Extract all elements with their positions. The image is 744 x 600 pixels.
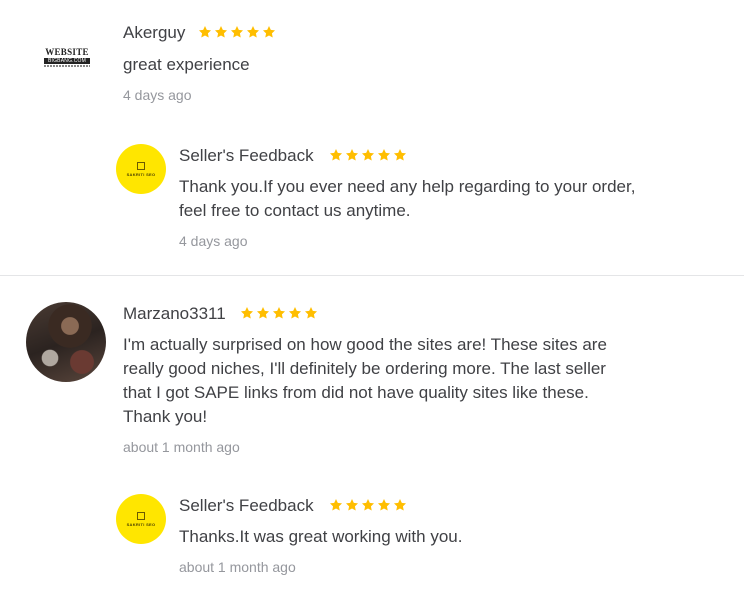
star-icon <box>198 26 212 38</box>
review-text: great experience <box>123 55 250 74</box>
seller-feedback-text: Thanks.It was great working with you. <box>179 527 463 546</box>
seller-rating-stars <box>329 498 407 514</box>
rating-stars <box>240 306 318 322</box>
seller-logo-icon <box>137 511 145 520</box>
rating-stars <box>198 25 276 41</box>
star-icon <box>288 307 302 319</box>
star-icon <box>214 26 228 38</box>
star-icon <box>377 499 391 511</box>
star-icon <box>304 307 318 319</box>
reviewer-username[interactable]: Marzano3311 <box>123 304 226 324</box>
star-icon <box>345 499 359 511</box>
logo-stripe <box>44 65 90 67</box>
reviewer-username[interactable]: Akerguy <box>123 23 185 43</box>
star-icon <box>329 499 343 511</box>
seller-feedback-title: Seller's Feedback <box>179 146 314 165</box>
seller-avatar[interactable]: SAKRITI SEO <box>116 494 166 544</box>
review-item: WEBSITE BIGBANG.COM Akerguy great experi… <box>0 0 744 276</box>
review-time: about 1 month ago <box>123 439 240 455</box>
seller-rating-stars <box>329 148 407 164</box>
seller-logo-name: SAKRITI SEO <box>126 521 156 527</box>
logo-text: WEBSITE <box>45 47 89 57</box>
star-icon <box>361 149 375 161</box>
star-icon <box>246 26 260 38</box>
review-item: Marzano3311 I'm actually surprised on ho… <box>0 276 744 600</box>
star-icon <box>272 307 286 319</box>
review-text: I'm actually surprised on how good the s… <box>123 335 607 426</box>
star-icon <box>393 499 407 511</box>
reviewer-avatar[interactable]: WEBSITE BIGBANG.COM <box>44 48 90 72</box>
seller-feedback-time: about 1 month ago <box>179 559 296 575</box>
star-icon <box>361 499 375 511</box>
reviewer-avatar[interactable] <box>26 302 106 382</box>
star-icon <box>230 26 244 38</box>
seller-feedback-time: 4 days ago <box>179 233 248 249</box>
seller-logo-icon <box>137 161 145 170</box>
logo-subtext: BIGBANG.COM <box>44 58 90 64</box>
star-icon <box>329 149 343 161</box>
star-icon <box>240 307 254 319</box>
seller-feedback-title: Seller's Feedback <box>179 496 314 515</box>
star-icon <box>256 307 270 319</box>
seller-avatar[interactable]: SAKRITI SEO <box>116 144 166 194</box>
star-icon <box>262 26 276 38</box>
star-icon <box>393 149 407 161</box>
star-icon <box>377 149 391 161</box>
seller-feedback-text: Thank you.If you ever need any help rega… <box>179 177 636 220</box>
review-time: 4 days ago <box>123 87 192 103</box>
seller-logo-name: SAKRITI SEO <box>126 171 156 177</box>
star-icon <box>345 149 359 161</box>
